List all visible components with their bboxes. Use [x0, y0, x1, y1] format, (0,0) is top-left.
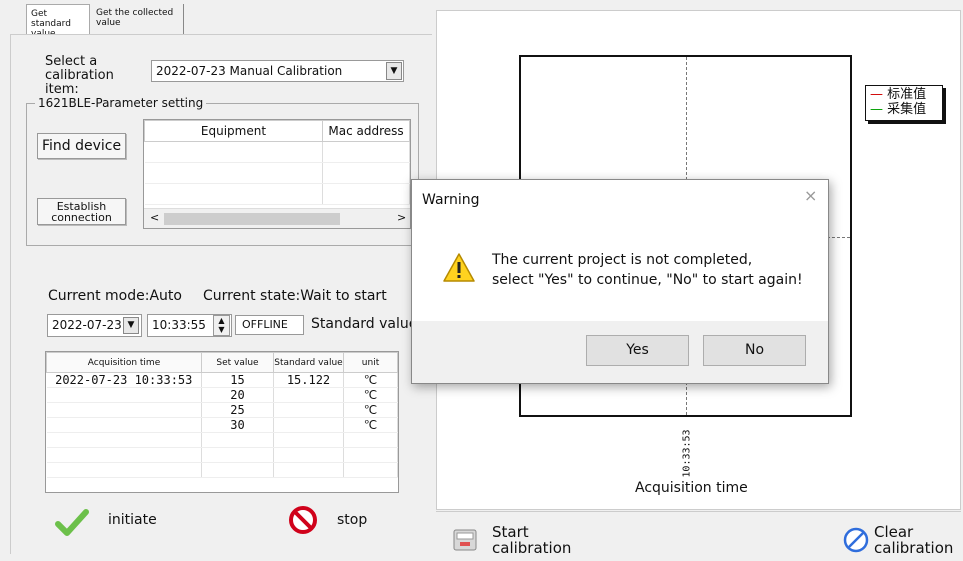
chart-x-axis-label: Acquisition time	[635, 480, 748, 496]
column-header-equipment[interactable]: Equipment	[144, 120, 323, 142]
cell-set-value: 15	[201, 372, 274, 388]
no-button[interactable]: No	[703, 335, 806, 366]
yes-button[interactable]: Yes	[586, 335, 689, 366]
legend-item: — 采集值	[870, 102, 938, 117]
time-spinner[interactable]: ▲ ▼	[213, 315, 230, 336]
connection-status-box: OFFLINE	[235, 315, 304, 335]
initiate-button[interactable]: initiate	[55, 506, 175, 538]
cell-unit: ℃	[343, 372, 398, 388]
current-state-label: Current state:Wait to start	[203, 288, 387, 304]
cell-set-value: 30	[201, 417, 274, 433]
tab-label: Get the collected value	[96, 8, 174, 28]
start-calibration-label: Start calibration	[492, 523, 572, 557]
establish-connection-button[interactable]: Establish connection	[37, 198, 126, 225]
cell-standard-value	[273, 402, 344, 418]
standard-value-label: Standard value	[311, 316, 418, 332]
clear-calibration-label: Clear calibration	[874, 523, 954, 557]
current-mode-label: Current mode:Auto	[48, 288, 182, 304]
stop-label: stop	[337, 512, 368, 528]
dialog-title: Warning	[422, 192, 480, 208]
initiate-label: initiate	[108, 512, 157, 528]
cell-unit: ℃	[343, 402, 398, 418]
column-header-mac-address[interactable]: Mac address	[322, 120, 410, 142]
connection-status: OFFLINE	[242, 318, 288, 331]
legend-swatch-red: —	[870, 87, 883, 102]
calibration-item-select[interactable]: 2022-07-23 Manual Calibration	[151, 60, 404, 82]
scroll-left-icon[interactable]: <	[150, 211, 159, 224]
cell-time	[46, 387, 202, 403]
dialog-message-line1: The current project is not completed,	[492, 252, 753, 268]
stop-button[interactable]: stop	[288, 505, 378, 537]
app-window: Get standard value Get the collected val…	[0, 0, 963, 561]
cell-time	[46, 417, 202, 433]
tab-get-standard-value[interactable]: Get standard value	[26, 4, 90, 39]
date-dropdown-icon[interactable]: ▼	[123, 317, 139, 334]
table-row[interactable]: 20 ℃	[46, 387, 398, 403]
cell-unit: ℃	[343, 417, 398, 433]
cell-standard-value	[273, 417, 344, 433]
device-grid[interactable]: Equipment Mac address < >	[143, 119, 411, 229]
warning-icon	[443, 253, 475, 282]
column-header-set-value[interactable]: Set value	[201, 352, 274, 373]
legend-label: 采集值	[887, 102, 927, 117]
clear-icon	[843, 527, 869, 553]
dialog-message: The current project is not completed, se…	[492, 250, 803, 290]
warning-dialog: Warning × The current project is not com…	[411, 179, 829, 384]
column-header-standard-value[interactable]: Standard value	[273, 352, 344, 373]
start-calibration-button[interactable]: Start calibration	[452, 521, 632, 559]
column-header-unit[interactable]: unit	[343, 352, 398, 373]
stop-icon	[289, 506, 317, 534]
column-header-acquisition-time[interactable]: Acquisition time	[46, 352, 202, 373]
calibration-device-icon	[453, 529, 477, 551]
dialog-message-line2: select "Yes" to continue, "No" to start …	[492, 272, 803, 288]
table-row[interactable]: 2022-07-23 10:33:53 15 15.122 ℃	[46, 372, 398, 388]
calibration-item-value: 2022-07-23 Manual Calibration	[156, 64, 343, 78]
cell-standard-value: 15.122	[273, 372, 344, 388]
chart-x-tick-label: 10:33:53	[681, 429, 693, 478]
calibration-dropdown-icon[interactable]: ▼	[386, 62, 402, 80]
cell-set-value: 20	[201, 387, 274, 403]
scroll-right-icon[interactable]: >	[397, 211, 406, 224]
chart-legend: — 标准值 — 采集值	[865, 85, 943, 121]
parameter-group-title: 1621BLE-Parameter setting	[35, 96, 207, 110]
legend-item: — 标准值	[870, 87, 938, 102]
horizontal-scrollbar[interactable]: < >	[144, 208, 410, 228]
checkmark-icon	[55, 509, 89, 536]
tab-get-collected-value[interactable]: Get the collected value	[92, 4, 184, 34]
find-device-button[interactable]: Find device	[37, 133, 126, 159]
legend-swatch-green: —	[870, 102, 883, 117]
scrollbar-thumb[interactable]	[164, 213, 340, 225]
clear-calibration-button[interactable]: Clear calibration	[842, 522, 960, 560]
legend-label: 标准值	[887, 87, 927, 102]
table-row[interactable]: 25 ℃	[46, 402, 398, 418]
close-icon[interactable]: ×	[804, 186, 817, 205]
acquisition-table[interactable]: Acquisition time Set value Standard valu…	[45, 351, 399, 493]
date-value: 2022-07-23	[52, 318, 122, 332]
cell-set-value: 25	[201, 402, 274, 418]
cell-time: 2022-07-23 10:33:53	[46, 372, 202, 388]
cell-time	[46, 402, 202, 418]
calibration-select-label: Select a calibration item:	[45, 54, 114, 97]
cell-unit: ℃	[343, 387, 398, 403]
table-row[interactable]: 30 ℃	[46, 417, 398, 433]
time-value: 10:33:55	[152, 318, 206, 332]
cell-standard-value	[273, 387, 344, 403]
